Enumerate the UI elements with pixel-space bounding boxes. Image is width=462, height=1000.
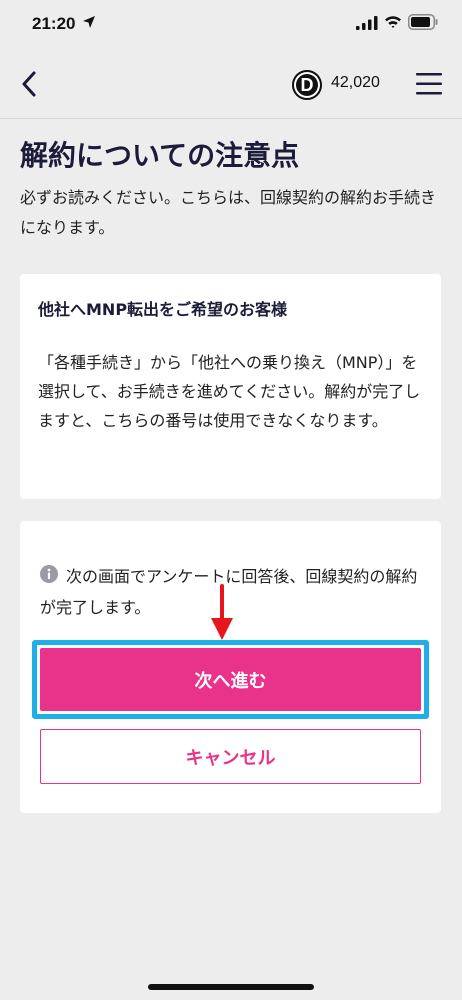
page-title: 解約についての注意点	[20, 139, 300, 172]
menu-button[interactable]	[414, 69, 444, 99]
hamburger-menu-icon	[416, 73, 442, 95]
status-bar: 21:20	[0, 0, 462, 50]
chevron-left-icon	[22, 71, 36, 97]
points-logo-icon: D	[292, 70, 322, 100]
next-button[interactable]: 次へ進む	[40, 648, 421, 711]
action-card: 次の画面でアンケートに回答後、回線契約の解約が完了します。 次へ進む キャンセル	[20, 521, 441, 813]
annotation-arrow-icon	[211, 584, 233, 640]
points-balance: 42,020	[331, 74, 380, 91]
cancel-button[interactable]: キャンセル	[40, 729, 421, 784]
wifi-icon	[385, 16, 401, 28]
back-button[interactable]	[14, 66, 44, 102]
page-intro-text: 必ずお読みください。こちらは、回線契約の解約お手続きになります。	[20, 188, 437, 237]
mnp-notice-card: 他社へMNP転出をご希望のお客様 「各種手続き」から「他社への乗り換え（MNP）…	[20, 274, 441, 499]
mnp-notice-body: 「各種手続き」から「他社への乗り換え（MNP）」を選択して、お手続きを進めてくだ…	[38, 353, 421, 430]
home-indicator	[148, 984, 314, 990]
location-arrow-icon	[83, 16, 95, 28]
app-header: D 42,020	[0, 50, 462, 119]
status-time: 21:20	[32, 14, 76, 33]
battery-icon	[408, 14, 438, 30]
cellular-signal-icon	[356, 16, 378, 30]
mnp-notice-title: 他社へMNP転出をご希望のお客様	[38, 300, 288, 319]
